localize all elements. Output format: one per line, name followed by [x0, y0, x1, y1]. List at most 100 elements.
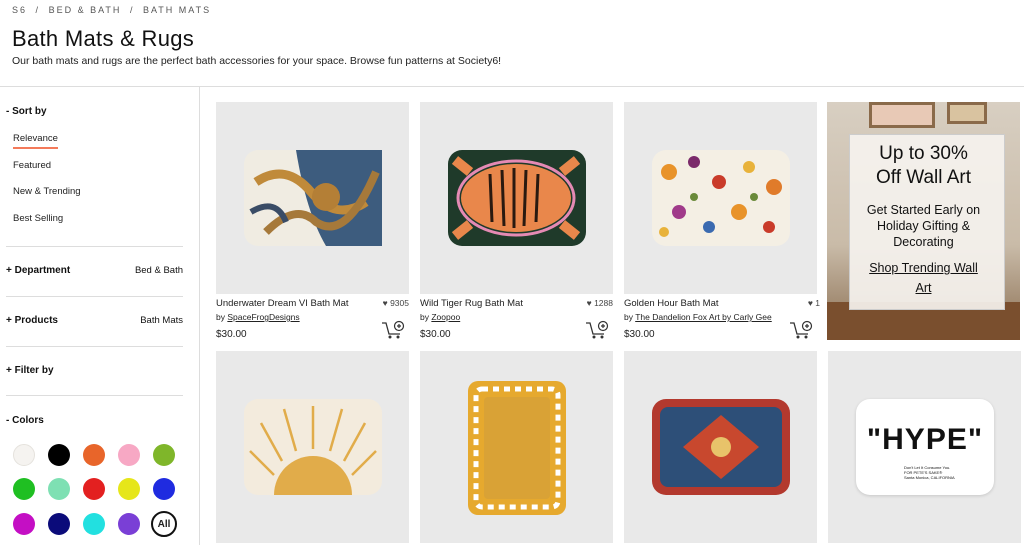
product-image[interactable]: [216, 351, 409, 543]
product-card[interactable]: Underwater Dream VI Bath Mat ♥ 9305 by S…: [216, 102, 409, 340]
floral-mat-image: [652, 150, 790, 246]
color-swatch[interactable]: [13, 478, 35, 500]
hype-headline: "HYPE": [866, 423, 984, 456]
like-count[interactable]: ♥ 1288: [587, 298, 613, 308]
wall-art-promo[interactable]: Up to 30% Off Wall Art Get Started Early…: [827, 102, 1020, 340]
sort-option-new-trending[interactable]: New & Trending: [13, 186, 81, 197]
color-swatch[interactable]: [118, 513, 140, 535]
add-to-cart-icon[interactable]: [381, 320, 405, 340]
promo-headline: Up to 30%: [879, 143, 968, 164]
product-image[interactable]: [624, 102, 817, 294]
products-label: + Products: [6, 315, 58, 326]
color-swatch[interactable]: [118, 478, 140, 500]
color-swatch[interactable]: [48, 513, 70, 535]
product-image[interactable]: "HYPE" Don't Let It Consume You. FOR PET…: [828, 351, 1021, 543]
colors-header[interactable]: - Colors: [6, 415, 183, 426]
hype-line: Santa Monica, CALIFORNIA: [904, 475, 955, 480]
sidebar-divider: [199, 86, 200, 545]
sort-option-featured[interactable]: Featured: [13, 160, 51, 171]
like-count[interactable]: ♥ 9305: [383, 298, 409, 308]
breadcrumb-bath-mats[interactable]: BATH MATS: [143, 5, 211, 15]
artist-link[interactable]: The Dandelion Fox Art by Carly Gee: [635, 312, 772, 322]
filter-by-header[interactable]: + Filter by: [6, 365, 183, 376]
heart-icon: ♥: [807, 298, 813, 308]
product-card[interactable]: Golden Hour Bath Mat ♥ 1 by The Dandelio…: [624, 102, 820, 340]
color-swatch[interactable]: [118, 444, 140, 466]
breadcrumb-separator: /: [35, 5, 41, 15]
artist-link[interactable]: SpaceFrogDesigns: [227, 312, 299, 322]
promo-headline: Off Wall Art: [875, 167, 972, 188]
add-to-cart-icon[interactable]: [585, 320, 609, 340]
color-swatch[interactable]: [153, 478, 175, 500]
promo-subtext: Holiday Gifting &: [876, 219, 971, 233]
breadcrumb: S6 / BED & BATH / BATH MATS: [12, 5, 215, 15]
framed-art: [947, 102, 987, 124]
like-count[interactable]: ♥ 1: [808, 298, 820, 308]
sort-option-relevance[interactable]: Relevance: [13, 133, 58, 149]
filter-by-label: + Filter by: [6, 365, 54, 376]
sort-by-header[interactable]: - Sort by: [6, 106, 183, 117]
product-image[interactable]: [624, 351, 817, 543]
artist-credit: by Zoopoo: [420, 312, 460, 322]
framed-art: [869, 102, 935, 128]
product-image[interactable]: [420, 351, 613, 543]
sun-mat-image: [244, 399, 382, 495]
sort-option-best-selling[interactable]: Best Selling: [13, 213, 63, 224]
product-card[interactable]: Wild Tiger Rug Bath Mat ♥ 1288 by Zoopoo…: [420, 102, 613, 340]
header-divider: [0, 86, 1024, 87]
products-value: Bath Mats: [140, 315, 183, 326]
by-label: by: [624, 312, 633, 322]
shop-trending-link[interactable]: Shop Trending Wall: [827, 258, 1020, 278]
checker-mat-image: [468, 381, 566, 515]
product-card[interactable]: [216, 351, 409, 543]
artist-link[interactable]: Zoopoo: [431, 312, 460, 322]
color-swatch[interactable]: [83, 478, 105, 500]
breadcrumb-home[interactable]: S6: [12, 5, 27, 15]
product-card[interactable]: [624, 351, 817, 543]
persian-rug-mat-image: [652, 399, 790, 495]
color-swatch[interactable]: [83, 513, 105, 535]
product-image[interactable]: [420, 102, 613, 294]
color-swatch[interactable]: [83, 444, 105, 466]
tiger-mat-image: [448, 150, 586, 246]
heart-icon: ♥: [382, 298, 388, 308]
department-label: + Department: [6, 265, 71, 276]
artist-credit: by SpaceFrogDesigns: [216, 312, 300, 322]
products-filter[interactable]: + Products Bath Mats: [6, 315, 183, 326]
color-swatch-all[interactable]: All: [151, 511, 177, 537]
section-divider: [6, 395, 183, 396]
section-divider: [6, 246, 183, 247]
section-divider: [6, 346, 183, 347]
octopus-mat-image: [244, 150, 382, 246]
color-swatch[interactable]: [13, 513, 35, 535]
product-title[interactable]: Underwater Dream VI Bath Mat: [216, 298, 349, 309]
product-title[interactable]: Wild Tiger Rug Bath Mat: [420, 298, 523, 309]
page-title: Bath Mats & Rugs: [12, 26, 195, 51]
promo-subtext: Get Started Early on: [866, 203, 981, 217]
department-filter[interactable]: + Department Bed & Bath: [6, 265, 183, 276]
sort-by-label: - Sort by: [6, 106, 47, 117]
hype-mat: "HYPE" Don't Let It Consume You. FOR PET…: [856, 399, 994, 495]
section-divider: [6, 296, 183, 297]
colors-label: - Colors: [6, 415, 44, 426]
shop-trending-link[interactable]: Art: [827, 278, 1020, 298]
color-swatch[interactable]: [13, 444, 35, 466]
color-swatch[interactable]: [48, 478, 70, 500]
breadcrumb-separator: /: [129, 5, 135, 15]
hype-small-text: Don't Let It Consume You. FOR PETE'S SAK…: [904, 465, 990, 480]
department-value: Bed & Bath: [134, 265, 183, 276]
add-to-cart-icon[interactable]: [789, 320, 813, 340]
product-image[interactable]: [216, 102, 409, 294]
color-swatch[interactable]: [48, 444, 70, 466]
product-price: $30.00: [624, 329, 655, 340]
product-price: $30.00: [420, 329, 451, 340]
page-description: Our bath mats and rugs are the perfect b…: [12, 55, 502, 67]
product-card[interactable]: [420, 351, 613, 543]
product-title[interactable]: Golden Hour Bath Mat: [624, 298, 719, 309]
heart-icon: ♥: [586, 298, 592, 308]
breadcrumb-bed-bath[interactable]: BED & BATH: [49, 5, 122, 15]
promo-subtext: Decorating: [893, 235, 954, 249]
color-swatch[interactable]: [153, 444, 175, 466]
product-card[interactable]: "HYPE" Don't Let It Consume You. FOR PET…: [828, 351, 1021, 543]
like-count-value: 1: [815, 298, 820, 308]
